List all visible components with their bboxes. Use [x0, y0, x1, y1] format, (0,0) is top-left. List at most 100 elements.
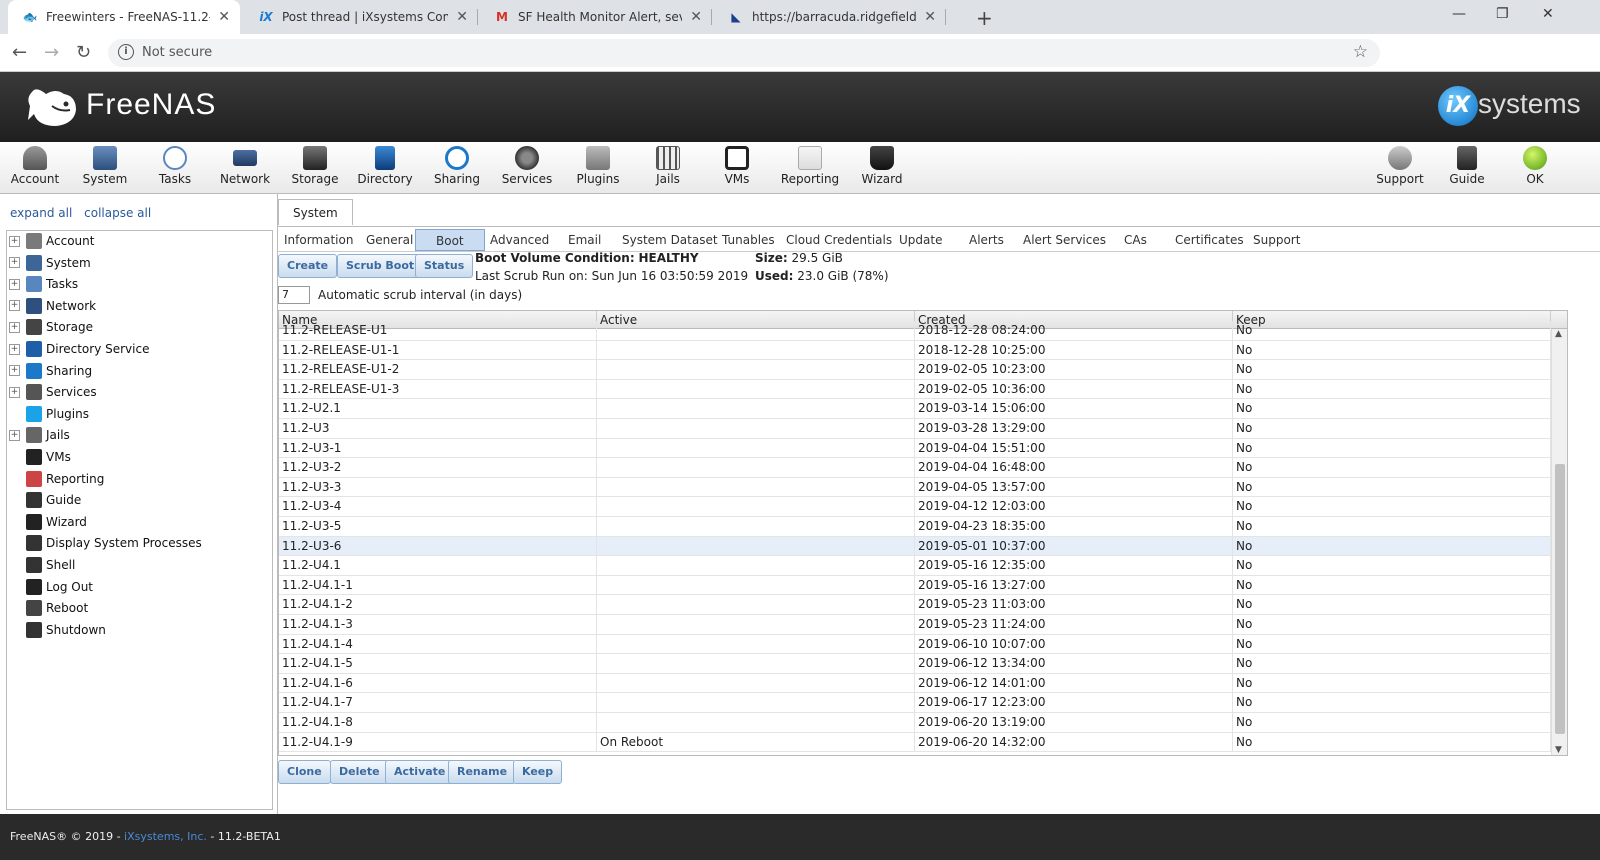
subtab-alert-services[interactable]: Alert Services — [1017, 229, 1112, 251]
rename-button[interactable]: Rename — [448, 760, 517, 784]
activate-button[interactable]: Activate — [385, 760, 455, 784]
back-icon[interactable]: ← — [12, 42, 27, 63]
tree-item-reporting[interactable]: Reporting — [7, 469, 104, 489]
reload-icon[interactable]: ↻ — [76, 42, 91, 63]
tree-item-display-system-processes[interactable]: Display System Processes — [7, 533, 202, 553]
tree-item-wizard[interactable]: Wizard — [7, 512, 87, 532]
minimize-icon[interactable]: — — [1452, 6, 1466, 22]
table-row[interactable]: 11.2-U4.1-1 2019-05-16 13:27:00 No — [279, 575, 1551, 596]
toolbar-system[interactable]: System — [70, 146, 140, 186]
table-row[interactable]: 11.2-RELEASE-U1-1 2018-12-28 10:25:00 No — [279, 340, 1551, 361]
toolbar-reporting[interactable]: Reporting — [775, 146, 845, 186]
tab-system[interactable]: System — [278, 199, 353, 225]
table-row[interactable]: 11.2-U3-5 2019-04-23 18:35:00 No — [279, 517, 1551, 537]
tree-item-sharing[interactable]: + Sharing — [7, 361, 92, 381]
table-row[interactable]: 11.2-U4.1-9 On Reboot 2019-06-20 14:32:00 N… — [279, 732, 1551, 753]
delete-button[interactable]: Delete — [330, 760, 389, 784]
subtab-boot[interactable]: Boot — [415, 229, 485, 251]
tree-item-network[interactable]: + Network — [7, 296, 96, 316]
table-row[interactable]: 11.2-RELEASE-U1-3 2019-02-05 10:36:00 No — [279, 379, 1551, 400]
restore-icon[interactable]: ❐ — [1496, 6, 1509, 22]
ixsystems-link[interactable]: iXsystems, Inc. — [124, 830, 207, 843]
table-scrollbar[interactable]: ▲ ▼ — [1551, 329, 1567, 755]
expand-all-link[interactable]: expand all — [10, 206, 72, 220]
tree-item-plugins[interactable]: Plugins — [7, 404, 89, 424]
expand-icon[interactable]: + — [9, 278, 20, 290]
expand-icon[interactable]: + — [9, 235, 20, 247]
toolbar-plugins[interactable]: Plugins — [563, 146, 633, 186]
table-row[interactable]: 11.2-U4.1-2 2019-05-23 11:03:00 No — [279, 595, 1551, 615]
tree-item-jails[interactable]: + Jails — [7, 425, 70, 445]
tree-item-log-out[interactable]: Log Out — [7, 577, 93, 597]
toolbar-vms[interactable]: VMs — [702, 146, 772, 186]
toolbar-network[interactable]: Network — [210, 146, 280, 186]
tree-item-system[interactable]: + System — [7, 253, 91, 273]
tree-item-shell[interactable]: Shell — [7, 555, 75, 575]
expand-icon[interactable]: + — [9, 343, 20, 355]
scroll-thumb[interactable] — [1555, 464, 1565, 734]
expand-icon[interactable]: + — [9, 386, 20, 398]
table-row[interactable]: 11.2-U3-4 2019-04-12 12:03:00 No — [279, 497, 1551, 517]
subtab-alerts[interactable]: Alerts — [963, 229, 1010, 251]
expand-icon[interactable]: + — [9, 300, 20, 312]
expand-icon[interactable]: + — [9, 257, 20, 269]
subtab-information[interactable]: Information — [278, 229, 359, 251]
table-row[interactable]: 11.2-U3 2019-03-28 13:29:00 No — [279, 419, 1551, 439]
table-row[interactable]: 11.2-U3-3 2019-04-05 13:57:00 No — [279, 477, 1551, 498]
info-icon[interactable]: i — [118, 44, 134, 60]
close-icon[interactable]: ✕ — [218, 9, 230, 25]
toolbar-account[interactable]: Account — [0, 146, 70, 186]
close-icon[interactable]: ✕ — [456, 9, 468, 25]
table-row[interactable]: 11.2-RELEASE-U1-2 2019-02-05 10:23:00 No — [279, 360, 1551, 380]
subtab-cloud-credentials[interactable]: Cloud Credentials — [780, 229, 898, 251]
scroll-down-icon[interactable]: ▼ — [1555, 745, 1562, 755]
tree-item-vms[interactable]: VMs — [7, 447, 71, 467]
browser-tab-gmail[interactable]: M SF Health Monitor Alert, severity ✕ — [480, 0, 712, 34]
toolbar-alert-ok[interactable]: OK — [1500, 146, 1570, 186]
clone-button[interactable]: Clone — [278, 760, 331, 784]
table-row[interactable]: 11.2-U4.1-4 2019-06-10 10:07:00 No — [279, 634, 1551, 655]
toolbar-guide[interactable]: Guide — [1432, 146, 1502, 186]
create-button[interactable]: Create — [278, 254, 338, 278]
table-row[interactable]: 11.2-U3-2 2019-04-04 16:48:00 No — [279, 458, 1551, 478]
new-tab-icon[interactable]: + — [976, 6, 993, 30]
browser-tab-ix[interactable]: iX Post thread | iXsystems Commun ✕ — [244, 0, 478, 34]
close-window-icon[interactable]: ✕ — [1542, 6, 1554, 22]
tree-item-storage[interactable]: + Storage — [7, 317, 93, 337]
table-row[interactable]: 11.2-U4.1-3 2019-05-23 11:24:00 No — [279, 615, 1551, 635]
toolbar-jails[interactable]: Jails — [633, 146, 703, 186]
table-row[interactable]: 11.2-U4.1 2019-05-16 12:35:00 No — [279, 556, 1551, 576]
toolbar-storage[interactable]: Storage — [280, 146, 350, 186]
expand-icon[interactable]: + — [9, 321, 20, 333]
expand-icon[interactable]: + — [9, 365, 20, 377]
toolbar-support[interactable]: Support — [1365, 146, 1435, 186]
subtab-general[interactable]: General — [360, 229, 419, 251]
keep-button[interactable]: Keep — [513, 760, 563, 784]
tree-item-tasks[interactable]: + Tasks — [7, 274, 78, 294]
browser-tab-freenas[interactable]: 🐟 Freewinters - FreeNAS-11.2-BETA ✕ — [8, 0, 240, 34]
scrub-boot-button[interactable]: Scrub Boot — [337, 254, 424, 278]
tree-item-account[interactable]: + Account — [7, 231, 94, 251]
close-icon[interactable]: ✕ — [690, 9, 702, 25]
toolbar-tasks[interactable]: Tasks — [140, 146, 210, 186]
toolbar-services[interactable]: Services — [492, 146, 562, 186]
status-button[interactable]: Status — [415, 254, 474, 278]
browser-tab-barracuda[interactable]: ◣ https://barracuda.ridgefieldgroup ✕ — [714, 0, 946, 34]
forward-icon[interactable]: → — [44, 42, 59, 63]
expand-icon[interactable]: + — [9, 429, 20, 441]
collapse-all-link[interactable]: collapse all — [84, 206, 151, 220]
tree-item-services[interactable]: + Services — [7, 382, 97, 402]
table-row[interactable]: 11.2-U4.1-5 2019-06-12 13:34:00 No — [279, 654, 1551, 674]
scrub-interval-input[interactable]: 7 — [278, 286, 310, 304]
table-row[interactable]: 11.2-U3-1 2019-04-04 15:51:00 No — [279, 438, 1551, 459]
subtab-system-dataset[interactable]: System Dataset — [616, 229, 724, 251]
subtab-certificates[interactable]: Certificates — [1169, 229, 1250, 251]
table-row[interactable]: 11.2-U4.1-7 2019-06-17 12:23:00 No — [279, 693, 1551, 713]
subtab-advanced[interactable]: Advanced — [484, 229, 555, 251]
table-row[interactable]: 11.2-U2.1 2019-03-14 15:06:00 No — [279, 399, 1551, 419]
bookmark-star-icon[interactable]: ☆ — [1353, 42, 1368, 62]
tree-item-directory-service[interactable]: + Directory Service — [7, 339, 149, 359]
subtab-email[interactable]: Email — [562, 229, 607, 251]
omnibox[interactable]: i Not secure ☆ — [108, 39, 1380, 67]
table-row[interactable]: 11.2-RELEASE-U1 2018-12-28 08:24:00 No — [279, 321, 1551, 341]
